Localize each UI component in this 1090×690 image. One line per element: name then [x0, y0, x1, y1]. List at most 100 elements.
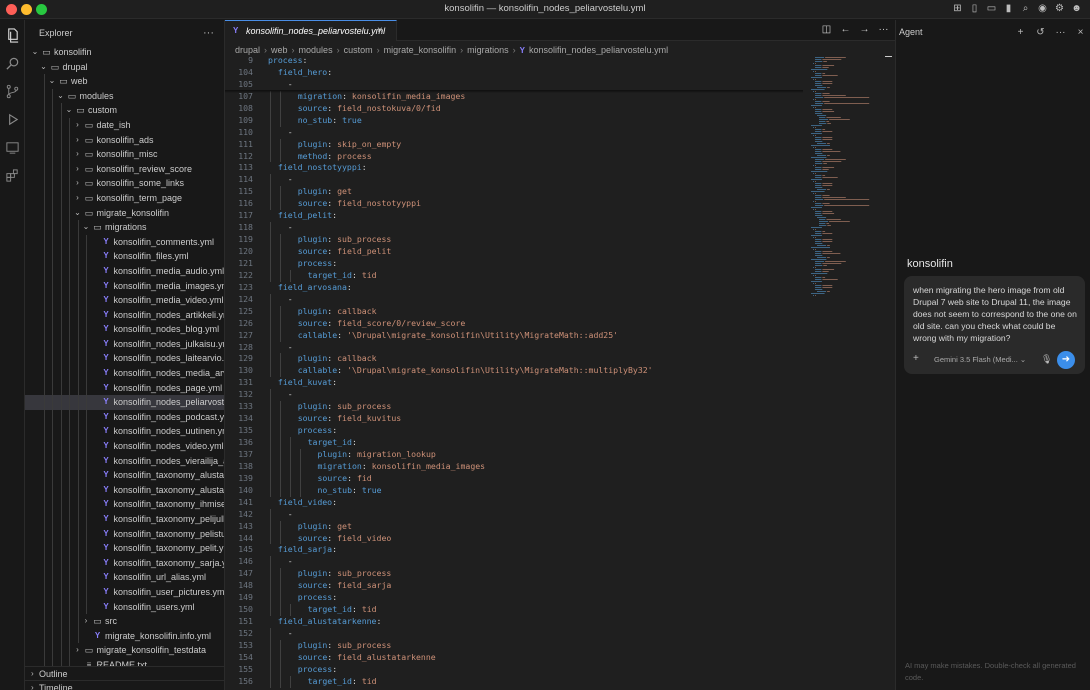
search-icon[interactable] [5, 56, 20, 71]
code-line[interactable]: 125 plugin: callback [225, 305, 803, 318]
code-line[interactable]: 155 process: [225, 663, 803, 676]
tree-file[interactable]: Ykonsolifin_nodes_video.yml [25, 439, 224, 454]
code-line[interactable]: 137 plugin: migration_lookup [225, 448, 803, 461]
tree-folder[interactable]: ⌄ ▭ modules [25, 88, 224, 104]
tree-folder[interactable]: › ▭ konsolifin_ads [25, 132, 224, 148]
toggle-secondary-sidebar-icon[interactable]: ▮ [1003, 3, 1014, 14]
code-line[interactable]: 151 field_alustatarkenne: [225, 616, 803, 628]
code-line[interactable]: 122 target_id: tid [225, 269, 803, 282]
tree-folder[interactable]: ⌄ ▭ custom [25, 103, 224, 118]
tree-folder[interactable]: › ▭ src [25, 614, 224, 629]
tree-file[interactable]: Ykonsolifin_nodes_podcast.yml [25, 409, 224, 425]
breadcrumb-item[interactable]: drupal [235, 45, 260, 55]
tree-file[interactable]: Ykonsolifin_taxonomy_sarja.yml [25, 555, 224, 571]
microphone-icon[interactable]: 🎙︎ [1041, 354, 1052, 365]
breadcrumb-item[interactable]: web [271, 45, 288, 55]
code-line[interactable]: 145 field_sarja: [225, 544, 803, 556]
breadcrumb-item[interactable]: migrations [467, 45, 509, 55]
settings-gear-icon[interactable]: ⚙ [1054, 3, 1065, 14]
tree-folder[interactable]: › ▭ konsolifin_review_score [25, 161, 224, 177]
outline-section[interactable]: › Outline [25, 666, 224, 680]
code-line[interactable]: 139 source: fid [225, 472, 803, 485]
account-icon[interactable]: ☻ [1071, 3, 1082, 14]
tree-folder[interactable]: › ▭ konsolifin_some_links [25, 176, 224, 191]
tab-peliarvostelu[interactable]: Y konsolifin_nodes_peliarvostelu.yml × [225, 20, 397, 41]
code-line[interactable]: 136 target_id: [225, 437, 803, 449]
tree-folder[interactable]: › ▭ konsolifin_term_page [25, 190, 224, 206]
chat-input-box[interactable]: when migrating the hero image from old D… [904, 276, 1085, 374]
run-debug-icon[interactable] [5, 112, 20, 127]
code-line[interactable]: 153 plugin: sub_process [225, 639, 803, 652]
breadcrumb-item[interactable]: custom [344, 45, 373, 55]
tree-folder[interactable]: › ▭ konsolifin_misc [25, 147, 224, 162]
breadcrumb-item[interactable]: modules [299, 45, 333, 55]
code-line[interactable]: 119 plugin: sub_process [225, 234, 803, 246]
code-line[interactable]: 121 process: [225, 257, 803, 270]
sticky-code-line[interactable]: 104 field_hero: [225, 66, 803, 79]
go-back-icon[interactable]: ← [840, 24, 851, 36]
code-line[interactable]: 112 method: process [225, 150, 803, 163]
chat-message-text[interactable]: when migrating the hero image from old D… [913, 284, 1079, 344]
more-actions-icon[interactable]: ··· [1055, 20, 1066, 45]
tree-file[interactable]: Ykonsolifin_user_pictures.yml [25, 584, 224, 600]
tree-file[interactable]: Ykonsolifin_nodes_blog.yml [25, 322, 224, 337]
tree-file[interactable]: Ykonsolifin_taxonomy_alustat.yml [25, 468, 224, 483]
code-line[interactable]: 132 - [225, 389, 803, 402]
code-line[interactable]: 126 source: field_score/0/review_score [225, 317, 803, 330]
code-line[interactable]: 128 - [225, 341, 803, 354]
tree-file[interactable]: Ykonsolifin_nodes_laitearvio.yml [25, 351, 224, 367]
model-selector[interactable]: Gemini 3.5 Flash (Medi... ⌄ [934, 355, 1026, 364]
code-line[interactable]: 114 - [225, 174, 803, 187]
code-line[interactable]: 124 - [225, 293, 803, 306]
tab-close-icon[interactable]: × [377, 21, 383, 41]
code-line[interactable]: 144 source: field_video [225, 532, 803, 545]
code-line[interactable]: 141 field_video: [225, 497, 803, 509]
breadcrumb-item[interactable]: konsolifin_nodes_peliarvostelu.yml [529, 45, 668, 55]
code-line[interactable]: 108 source: field_nostokuva/0/fid [225, 102, 803, 115]
source-control-icon[interactable] [5, 84, 20, 99]
add-context-button[interactable]: + [913, 353, 919, 364]
minimap-toggle[interactable] [885, 56, 892, 57]
code-line[interactable]: 148 source: field_sarja [225, 580, 803, 593]
code-line[interactable]: 131 field_kuvat: [225, 377, 803, 389]
tree-file[interactable]: Ykonsolifin_files.yml [25, 249, 224, 264]
search-icon[interactable]: ⌕ [1020, 3, 1031, 14]
code-line[interactable]: 117 field_pelit: [225, 210, 803, 222]
tree-file[interactable]: Ykonsolifin_nodes_uutinen.yml [25, 424, 224, 440]
code-line[interactable]: 152 - [225, 628, 803, 640]
code-line[interactable]: 143 plugin: get [225, 520, 803, 533]
toggle-panel-icon[interactable]: ▭ [986, 3, 997, 14]
tree-file[interactable]: Ykonsolifin_users.yml [25, 599, 224, 615]
code-line[interactable]: 129 plugin: callback [225, 353, 803, 366]
code-line[interactable]: 113 field_nostotyyppi: [225, 162, 803, 174]
tree-folder[interactable]: ⌄ ▭ web [25, 74, 224, 89]
code-line[interactable]: 147 plugin: sub_process [225, 568, 803, 581]
go-forward-icon[interactable]: → [859, 24, 870, 36]
code-line[interactable]: 130 callable: '\Drupal\migrate_konsolifin… [225, 365, 803, 378]
tree-folder[interactable]: › ▭ date_ish [25, 117, 224, 133]
code-line[interactable]: 135 process: [225, 425, 803, 437]
tree-folder[interactable]: › ▭ migrate_konsolifin_testdata [25, 643, 224, 658]
code-line[interactable]: 134 source: field_kuvitus [225, 413, 803, 426]
split-editor-icon[interactable]: ◫ [821, 24, 832, 36]
timeline-section[interactable]: › Timeline [25, 680, 224, 690]
code-line[interactable]: 154 source: field_alustatarkenne [225, 651, 803, 664]
code-line[interactable]: 109 no_stub: true [225, 114, 803, 127]
send-button[interactable]: ➜ [1057, 351, 1075, 369]
code-line[interactable]: 149 process: [225, 592, 803, 605]
code-line[interactable]: 156 target_id: tid [225, 675, 803, 688]
code-line[interactable]: 138 migration: konsolifin_media_images [225, 460, 803, 473]
more-actions-icon[interactable]: ··· [203, 27, 214, 39]
minimap[interactable] [805, 55, 885, 315]
code-line[interactable]: 120 source: field_pelit [225, 246, 803, 258]
close-icon[interactable]: × [1075, 20, 1086, 45]
code-line[interactable]: 133 plugin: sub_process [225, 401, 803, 414]
tree-file[interactable]: Ykonsolifin_nodes_media_arvos... [25, 366, 224, 381]
tree-file[interactable]: Ykonsolifin_url_alias.yml [25, 570, 224, 585]
code-line[interactable]: 142 - [225, 508, 803, 521]
code-line[interactable]: 127 callable: '\Drupal\migrate_konsolifin… [225, 329, 803, 342]
tree-file[interactable]: Ykonsolifin_nodes_peliarvostelu... [25, 395, 224, 410]
extensions-icon[interactable] [5, 168, 20, 183]
more-actions-icon[interactable]: ··· [878, 24, 889, 36]
tree-file[interactable]: Ykonsolifin_taxonomy_alustatar... [25, 482, 224, 498]
